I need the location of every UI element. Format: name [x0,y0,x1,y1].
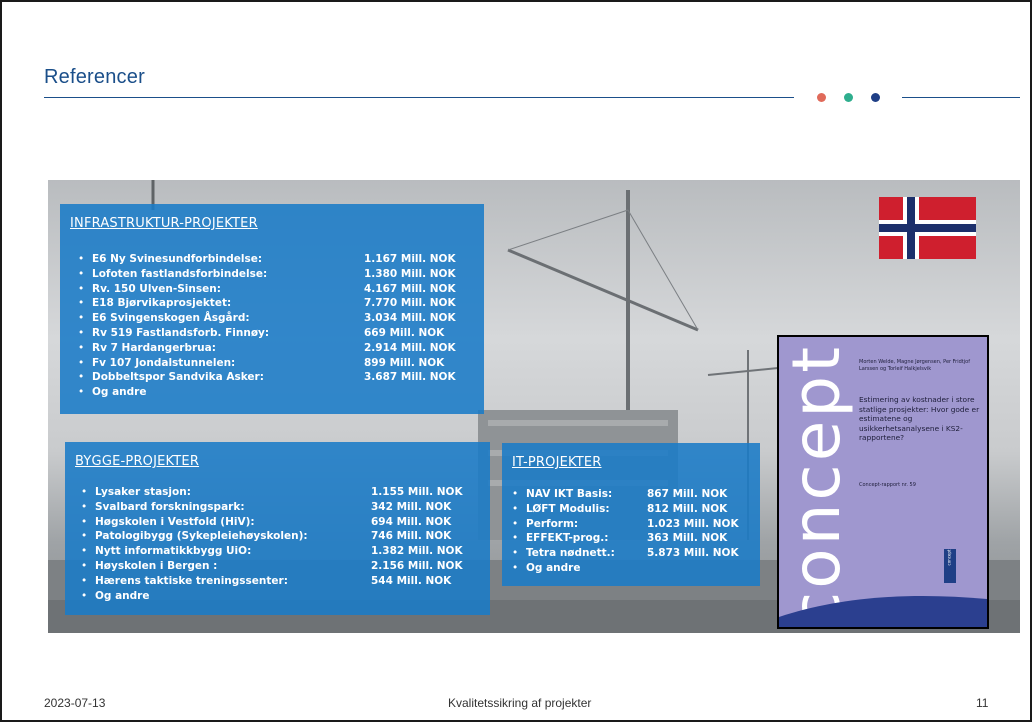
book-report-number: Concept-rapport nr. 59 [859,482,916,488]
slide: Referencer INFRASTRUKTUR-PROJEKTER • E6 … [0,0,1032,722]
list-item: E6 Svingenskogen Åsgård: 3.034 Mill. NOK [78,311,478,326]
item-label: Lysaker stasjon: [95,486,191,498]
item-label: Rv. 150 Ulven-Sinsen: [92,282,221,295]
list-item: Patologibygg (Sykepleiehøyskolen): 746 Mi… [81,529,481,544]
item-label: E6 Svingenskogen Åsgård: [92,312,250,325]
item-value: 812 Mill. NOK [647,502,728,515]
item-label: Patologibygg (Sykepleiehøyskolen): [95,530,308,543]
item-label: Rv 519 Fastlandsforb. Finnøy: [92,326,270,339]
item-label: LØFT Modulis: [526,502,610,515]
item-value: 1.167 Mill. NOK [364,253,456,265]
book-logo-text: concept [946,549,952,566]
list-item: Nytt informatikkbygg UiO: 1.382 Mill. NOK [81,544,481,559]
item-label: Svalbard forskningspark: [95,500,245,513]
footer-title: Kvalitetssikring af projekter [448,696,592,710]
item-value: 1.023 Mill. NOK [647,517,739,530]
item-label: Tetra nødnett.: [526,547,615,560]
list-item: Lofoten fastlandsforbindelse: 1.380 Mill.… [78,267,478,282]
item-value: 694 Mill. NOK [371,515,452,528]
accent-dot-red [817,93,826,102]
item-label: E6 Ny Svinesundforbindelse: [92,253,263,265]
footer-date: 2023-07-13 [44,696,106,710]
item-label: Dobbeltspor Sandvika Asker: [92,371,264,384]
list-item: Høgskolen i Vestfold (HiV): 694 Mill. NOK [81,515,481,530]
list-item: Tetra nødnett.: 5.873 Mill. NOK [512,546,757,561]
item-value: 899 Mill. NOK [364,356,445,369]
book-authors: Morten Welde, Magne Jørgensen, Per Fridt… [859,359,970,372]
norway-flag [879,197,976,259]
item-label: Høgskolen i Vestfold (HiV): [95,515,255,528]
list-item: LØFT Modulis: 812 Mill. NOK [512,502,757,517]
item-label: Hærens taktiske treningssenter: [95,574,288,587]
item-value: 5.873 Mill. NOK [647,547,739,560]
item-label: NAV IKT Basis: [526,488,613,500]
it-list: NAV IKT Basis: 867 Mill. NOK LØFT Modulis:… [512,487,757,576]
item-value: 746 Mill. NOK [371,530,452,543]
list-item: Dobbeltspor Sandvika Asker: 3.687 Mill. N… [78,370,478,385]
item-label: Rv 7 Hardangerbrua: [92,341,216,354]
footer-page-number: 11 [976,696,989,710]
list-item: Lysaker stasjon: 1.155 Mill. NOK [81,485,481,500]
building-heading: BYGGE-PROJEKTER [75,454,200,469]
infrastructure-heading: INFRASTRUKTUR-PROJEKTER [70,216,258,231]
item-label: Perform: [526,517,579,530]
infrastructure-list: E6 Ny Svinesundforbindelse: 1.167 Mill. N… [78,252,478,400]
accent-dot-green [844,93,853,102]
list-item: NAV IKT Basis: 867 Mill. NOK [512,487,757,502]
list-item: Rv 7 Hardangerbrua: 2.914 Mill. NOK [78,341,478,356]
item-value: 669 Mill. NOK [364,326,445,339]
title-rule-left [44,97,794,98]
item-value: 1.382 Mill. NOK [371,545,463,558]
title-rule-right [902,97,1020,98]
item-value: 363 Mill. NOK [647,532,728,545]
infrastructure-panel: INFRASTRUKTUR-PROJEKTER E6 Ny Svinesundf… [60,204,484,414]
item-value: 7.770 Mill. NOK [364,297,456,310]
it-panel: IT-PROJEKTER NAV IKT Basis: 867 Mill. NOK… [502,443,760,586]
item-label: Og andre [92,386,147,399]
list-item: Hærens taktiske treningssenter: 544 Mill.… [81,574,481,589]
item-value: 3.034 Mill. NOK [364,312,456,325]
item-value: 2.156 Mill. NOK [371,559,463,572]
building-panel: BYGGE-PROJEKTER Lysaker stasjon: 1.155 Mi… [65,442,490,615]
list-item: Rv. 150 Ulven-Sinsen: 4.167 Mill. NOK [78,282,478,297]
item-value: 3.687 Mill. NOK [364,371,456,384]
item-value: 544 Mill. NOK [371,574,452,587]
item-value: 4.167 Mill. NOK [364,282,456,295]
item-label: Fv 107 Jondalstunnelen: [92,356,236,369]
list-item: Rv 519 Fastlandsforb. Finnøy: 669 Mill. N… [78,326,478,341]
item-value: 2.914 Mill. NOK [364,341,456,354]
list-item: Perform: 1.023 Mill. NOK [512,517,757,532]
list-item: Fv 107 Jondalstunnelen: 899 Mill. NOK [78,356,478,371]
list-item: Og andre [512,561,757,576]
book-spine-text: concept [778,343,855,629]
accent-dot-navy [871,93,880,102]
item-value: 342 Mill. NOK [371,500,452,513]
item-label: Lofoten fastlandsforbindelse: [92,267,268,280]
it-heading: IT-PROJEKTER [512,455,602,470]
list-item: E6 Ny Svinesundforbindelse: 1.167 Mill. N… [78,252,478,267]
book-wave-graphic [779,596,987,627]
concept-report-cover: concept Morten Welde, Magne Jørgensen, P… [777,335,989,629]
list-item: Svalbard forskningspark: 342 Mill. NOK [81,500,481,515]
item-label: E18 Bjørvikaprosjektet: [92,297,232,310]
slide-title: Referencer [44,66,145,88]
item-label: EFFEKT-prog.: [526,532,609,545]
item-value: 867 Mill. NOK [647,488,728,500]
list-item: Og andre [78,385,478,400]
item-label: Høyskolen i Bergen : [95,559,218,572]
list-item: Høyskolen i Bergen : 2.156 Mill. NOK [81,559,481,574]
item-label: Og andre [95,589,150,602]
item-label: Nytt informatikkbygg UiO: [95,545,252,558]
building-list: Lysaker stasjon: 1.155 Mill. NOK Svalbard … [81,485,481,603]
book-title: Estimering av kostnader i store statlige… [859,395,980,443]
item-label: Og andre [526,561,581,574]
item-value: 1.380 Mill. NOK [364,267,456,280]
list-item: Og andre [81,589,481,604]
list-item: E18 Bjørvikaprosjektet: 7.770 Mill. NOK [78,296,478,311]
list-item: EFFEKT-prog.: 363 Mill. NOK [512,531,757,546]
item-value: 1.155 Mill. NOK [371,486,463,498]
